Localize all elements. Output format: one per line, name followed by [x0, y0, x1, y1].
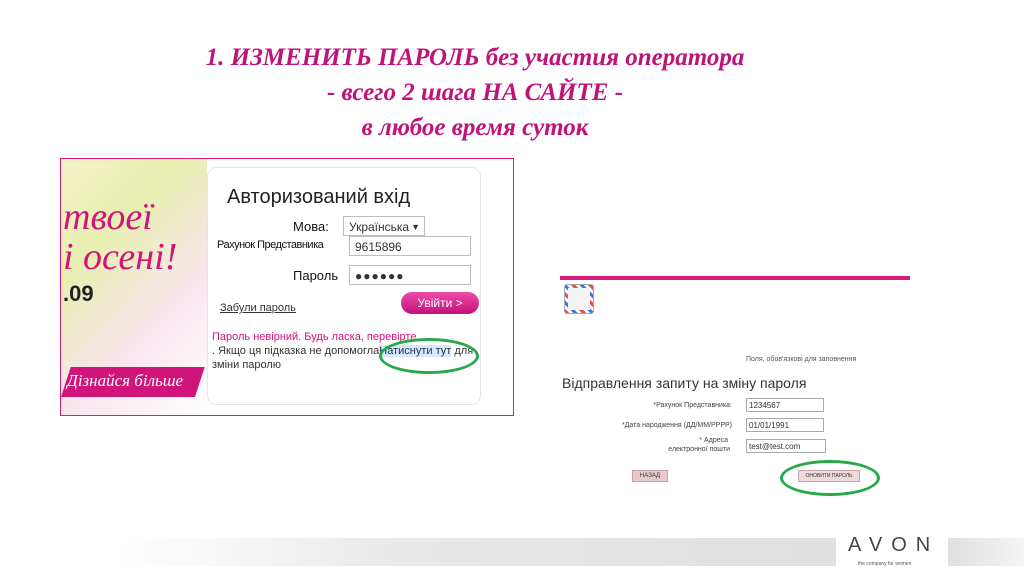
error-text-prefix: . Якщо ця підказка не допомогла	[212, 345, 380, 357]
birthdate-input[interactable]: 01/01/1991	[746, 418, 824, 432]
login-heading: Авторизований вхід	[227, 186, 411, 208]
logo-tagline: the company for women	[858, 561, 912, 567]
highlight-oval	[780, 460, 880, 496]
header-bar	[560, 276, 910, 280]
banner-text-2: і осені!	[63, 236, 178, 278]
password-label: Пароль	[293, 268, 339, 283]
language-value: Українська	[349, 220, 410, 234]
footer-strip	[120, 538, 836, 566]
account-input[interactable]: 9615896	[349, 236, 471, 256]
title-line-3: в любое время суток	[361, 114, 589, 141]
title-line-1: 1. ИЗМЕНИТЬ ПАРОЛЬ без участия оператора	[205, 44, 745, 71]
back-button[interactable]: НАЗАД	[632, 470, 668, 482]
password-input[interactable]: ●●●●●●	[349, 265, 471, 285]
avon-logo: AVON	[848, 534, 940, 556]
promo-banner[interactable]: твоеї і осені! .09 Дізнайся більше	[61, 159, 207, 415]
chevron-down-icon: ▼	[411, 222, 420, 232]
login-button[interactable]: Увійти >	[401, 292, 479, 314]
email-label-line-2: електронної пошти	[668, 446, 730, 453]
email-label-line-1: * Адреса	[699, 437, 728, 444]
envelope-icon	[564, 284, 594, 314]
forgot-password-link[interactable]: Забули пароль	[220, 302, 296, 314]
error-message-line-3: зміни паролю	[212, 359, 282, 371]
language-label: Мова:	[293, 219, 329, 234]
account-label: Рахунок Представника	[217, 239, 324, 251]
error-message-line-1: Пароль невірний. Будь ласка, перевірте	[212, 331, 417, 343]
login-screenshot: твоеї і осені! .09 Дізнайся більше Автор…	[60, 158, 514, 416]
title-line-2: - всего 2 шага НА САЙТЕ -	[326, 79, 624, 106]
highlight-oval	[379, 338, 479, 374]
language-select[interactable]: Українська ▼	[343, 216, 425, 236]
birthdate-label: *Дата народження (ДД/ММ/РРРР)	[621, 422, 732, 429]
required-fields-note: Поля, обов'язкові для заповнення	[746, 356, 857, 363]
account-input[interactable]: 1234567	[746, 398, 824, 412]
reset-form-heading: Відправлення запиту на зміну пароля	[562, 375, 807, 391]
email-input[interactable]: test@test.com	[746, 439, 826, 453]
banner-text-1: твоеї	[63, 196, 153, 238]
account-label: *Рахунок Представника:	[653, 402, 732, 409]
reset-screenshot: Поля, обов'язкові для заповнення Відправ…	[560, 274, 912, 500]
footer-strip-right	[948, 538, 1024, 566]
learn-more-link[interactable]: Дізнайся більше	[67, 371, 183, 391]
slide-title: 1. ИЗМЕНИТЬ ПАРОЛЬ без участия оператора…	[0, 40, 950, 145]
banner-date: .09	[63, 281, 94, 306]
